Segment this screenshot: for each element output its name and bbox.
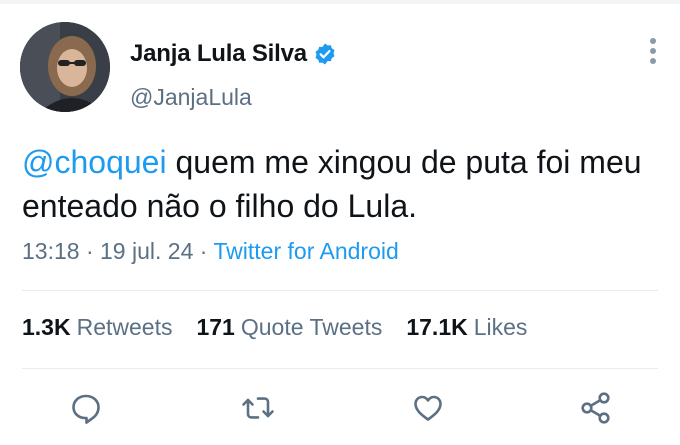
avatar-photo [20, 22, 110, 112]
quote-tweets-label: Quote Tweets [240, 314, 383, 340]
tweet-date[interactable]: 19 jul. 24 [100, 238, 193, 264]
quote-tweets-stat[interactable]: 171 Quote Tweets [196, 314, 382, 341]
tweet-stats: 1.3K Retweets 171 Quote Tweets 17.1K Likes [22, 314, 551, 341]
likes-stat[interactable]: 17.1K Likes [406, 314, 527, 341]
avatar[interactable] [20, 22, 110, 112]
tweet-source[interactable]: Twitter for Android [213, 238, 398, 264]
divider [22, 290, 658, 291]
verified-badge-icon [313, 42, 337, 66]
tweet-time[interactable]: 13:18 [22, 238, 80, 264]
more-vertical-icon[interactable] [646, 36, 660, 66]
author-name-row[interactable]: Janja Lula Silva [130, 38, 337, 70]
meta-separator: · [79, 238, 101, 264]
meta-separator: · [193, 238, 214, 264]
quote-tweets-count: 171 [196, 314, 235, 340]
divider [22, 368, 658, 369]
user-handle[interactable]: @JanjaLula [130, 84, 252, 111]
mention-link[interactable]: @choquei [22, 144, 167, 180]
action-bar [0, 388, 680, 428]
reply-icon[interactable] [66, 388, 106, 428]
share-icon[interactable] [576, 388, 616, 428]
display-name[interactable]: Janja Lula Silva [130, 40, 307, 68]
likes-label: Likes [473, 314, 528, 340]
retweets-stat[interactable]: 1.3K Retweets [22, 314, 172, 341]
heart-icon[interactable] [408, 388, 448, 428]
retweets-label: Retweets [76, 314, 173, 340]
retweets-count: 1.3K [22, 314, 71, 340]
tweet-text: @choquei quem me xingou de puta foi meu … [22, 140, 662, 228]
likes-count: 17.1K [406, 314, 468, 340]
tweet-meta: 13:18 · 19 jul. 24 · Twitter for Android [22, 238, 399, 265]
retweet-icon[interactable] [238, 388, 278, 428]
tweet-detail: Janja Lula Silva @JanjaLula @choquei que… [0, 0, 680, 445]
